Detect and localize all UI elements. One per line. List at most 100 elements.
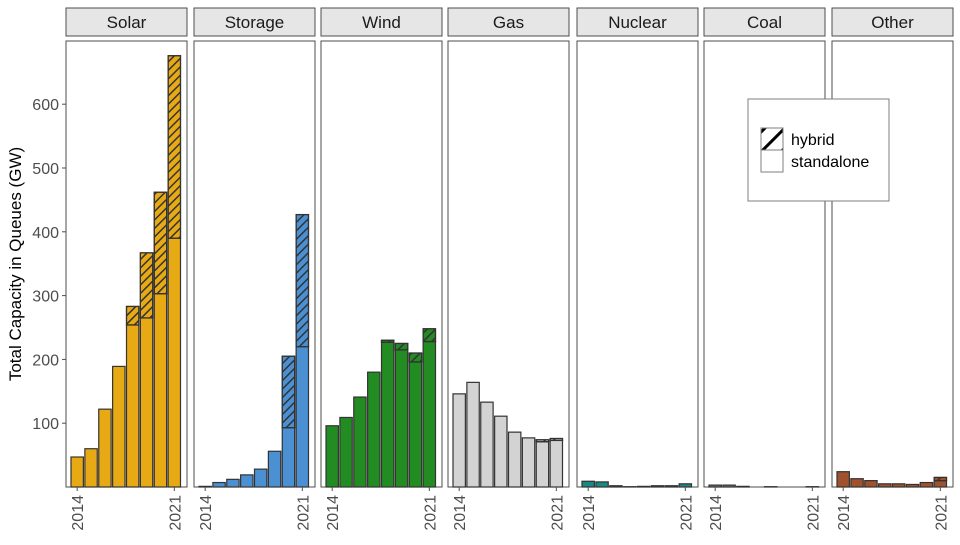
bar-standalone-2016 <box>353 396 367 488</box>
y-tick-label: 500 <box>32 161 59 178</box>
facet-strip-label: Wind <box>362 13 401 32</box>
bar-standalone-2021 <box>422 340 437 488</box>
bar-standalone-2019 <box>394 349 409 488</box>
bar-standalone-2014 <box>708 484 722 488</box>
y-axis-title: Total Capacity in Queues (GW) <box>6 147 25 381</box>
bar-standalone-2019 <box>905 483 920 488</box>
bar-standalone-2021 <box>933 480 948 488</box>
facet-coal: Coal 2014 2021 <box>703 7 826 531</box>
facet-strip-label: Nuclear <box>608 13 667 32</box>
bar-standalone-2021 <box>167 237 182 488</box>
bar-standalone-2015 <box>212 481 226 488</box>
facet-wind: Wind 2014 2021 <box>320 7 443 531</box>
bar-hybrid-hatch-2020 <box>281 355 296 429</box>
bar-standalone-2015 <box>84 448 98 488</box>
bar-standalone-2014 <box>70 456 84 488</box>
bar-standalone-2021 <box>678 483 693 488</box>
bar-standalone-2018 <box>125 324 140 488</box>
x-tick-label: 2014 <box>708 495 725 531</box>
x-tick-label: 2014 <box>836 495 853 531</box>
bar-standalone-2016 <box>480 401 494 488</box>
bar-hybrid-hatch-2018 <box>380 339 395 343</box>
bar-standalone-2020 <box>281 427 296 488</box>
x-tick-label: 2014 <box>452 495 469 531</box>
bar-hybrid-hatch-2021 <box>933 476 948 482</box>
x-tick-label: 2021 <box>933 495 950 531</box>
y-tick-label: 300 <box>32 289 59 306</box>
x-tick-label: 2021 <box>295 495 312 531</box>
bar-standalone-2019 <box>521 437 536 488</box>
bar-hybrid-hatch-2018 <box>125 305 140 326</box>
bar-standalone-2018 <box>507 431 522 488</box>
x-tick-label: 2021 <box>422 495 439 531</box>
bar-standalone-2016 <box>736 485 750 488</box>
x-tick-label: 2014 <box>581 495 598 531</box>
legend-label-standalone: standalone <box>791 154 869 171</box>
bar-standalone-2018 <box>380 341 395 488</box>
bar-standalone-2018 <box>891 483 906 488</box>
faceted-bar-chart: Solar 2014 2021 Storage 2014 2021 Wind 2014 2021… <box>6 7 954 531</box>
bar-standalone-2020 <box>919 481 934 488</box>
facet-other: Other 2014 2021 <box>831 7 954 531</box>
bar-standalone-2020 <box>408 361 423 488</box>
facet-nuclear: Nuclear 2014 2021 <box>576 7 699 531</box>
y-tick-label: 400 <box>32 225 59 242</box>
bar-hybrid-hatch-2020 <box>153 191 168 295</box>
bar-standalone-2016 <box>226 478 240 488</box>
bar-standalone-2016 <box>98 408 112 488</box>
bar-hybrid-hatch-2021 <box>549 437 564 442</box>
bar-standalone-2019 <box>650 485 665 488</box>
facet-strip-label: Coal <box>747 13 782 32</box>
bar-hybrid-hatch-2021 <box>295 213 310 348</box>
bar-standalone-2020 <box>664 485 679 488</box>
bar-standalone-2016 <box>609 485 623 488</box>
y-tick-label: 100 <box>32 416 59 433</box>
bar-standalone-2017 <box>878 483 892 488</box>
facet-strip-label: Gas <box>493 13 524 32</box>
x-tick-label: 2021 <box>678 495 695 531</box>
bar-standalone-2017 <box>240 474 254 488</box>
x-tick-label: 2014 <box>70 495 87 531</box>
bar-hybrid-hatch-2021 <box>167 55 182 239</box>
legend-label-hybrid: hybrid <box>791 132 835 149</box>
bar-standalone-2016 <box>864 480 878 488</box>
bar-hybrid-hatch-2020 <box>535 439 550 443</box>
bar-standalone-2019 <box>139 317 154 488</box>
facet-panel <box>576 40 699 488</box>
y-tick-label: 200 <box>32 352 59 369</box>
facet-panel <box>447 40 570 488</box>
bar-standalone-2014 <box>325 425 339 488</box>
facet-gas: Gas 2014 2021 <box>447 7 570 531</box>
x-tick-label: 2014 <box>325 495 342 531</box>
bar-standalone-2018 <box>636 485 651 488</box>
bar-standalone-2017 <box>367 371 381 488</box>
bar-hybrid-hatch-2020 <box>408 352 423 363</box>
bar-standalone-2020 <box>153 293 168 488</box>
bar-standalone-2014 <box>581 480 595 488</box>
bar-standalone-2014 <box>836 471 850 488</box>
bar-standalone-2017 <box>112 365 126 488</box>
bar-standalone-2018 <box>253 468 268 488</box>
bar-standalone-2014 <box>452 393 466 488</box>
y-axis: 100 200 300 400 500 600 <box>32 97 66 433</box>
x-tick-label: 2014 <box>198 495 215 531</box>
bar-hybrid-hatch-2021 <box>422 328 437 343</box>
legend-key-hybrid <box>760 127 784 151</box>
bar-standalone-2021 <box>295 346 310 488</box>
y-tick-label: 600 <box>32 97 59 114</box>
facet-strip-label: Storage <box>225 13 285 32</box>
facet-strip-label: Solar <box>107 13 147 32</box>
bar-standalone-2015 <box>595 481 609 488</box>
bar-standalone-2015 <box>722 484 736 488</box>
facet-solar: Solar 2014 2021 <box>65 7 188 531</box>
bar-standalone-2015 <box>339 416 353 488</box>
bar-standalone-2021 <box>549 439 564 488</box>
facet-strip-label: Other <box>871 13 914 32</box>
bar-hybrid-hatch-2019 <box>139 252 154 319</box>
bar-standalone-2017 <box>494 415 508 488</box>
x-tick-label: 2021 <box>167 495 184 531</box>
facet-storage: Storage 2014 2021 <box>193 7 316 531</box>
bar-standalone-2015 <box>850 478 864 488</box>
legend-key-standalone <box>760 149 784 173</box>
legend: hybrid standalone <box>747 98 890 202</box>
